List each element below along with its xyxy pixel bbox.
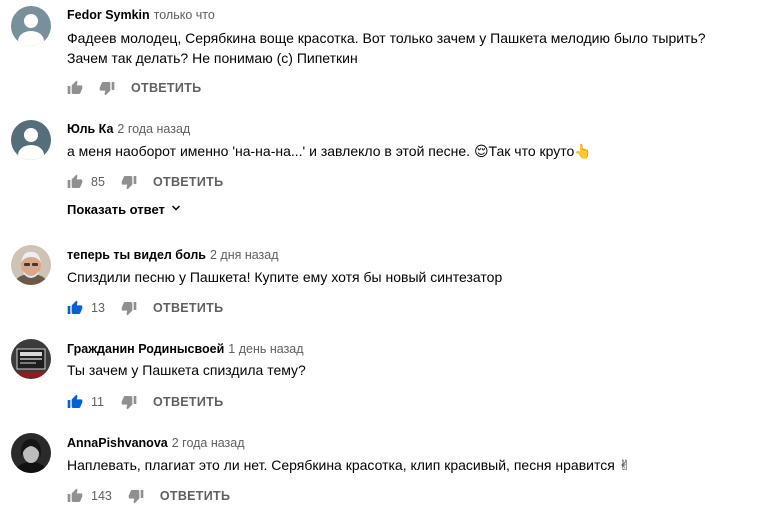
- like-icon[interactable]: [67, 488, 83, 504]
- comment-item: Гражданин Родиныcвоей 1 день назад Ты зач…: [0, 333, 758, 423]
- comment-text: Спиздили песню у Пашкета! Купите ему хот…: [67, 269, 503, 285]
- avatar[interactable]: [11, 433, 51, 473]
- timestamp[interactable]: только что: [154, 8, 215, 22]
- author-name[interactable]: AnnaPishvanova: [67, 436, 168, 450]
- like-count: 143: [91, 489, 112, 503]
- like-icon[interactable]: [67, 80, 83, 96]
- chevron-down-icon: [170, 202, 182, 217]
- like-count: 13: [91, 301, 105, 315]
- comment-actions: ОТВЕТИТЬ: [67, 78, 201, 98]
- comment-actions: 143 ОТВЕТИТЬ: [67, 486, 230, 506]
- timestamp[interactable]: 2 года назад: [172, 436, 245, 450]
- avatar[interactable]: [11, 339, 51, 379]
- avatar[interactable]: [11, 6, 51, 46]
- timestamp[interactable]: 1 день назад: [228, 342, 303, 356]
- show-replies-button[interactable]: Показать ответ: [67, 202, 182, 217]
- comment-header: Юль Ка 2 года назад: [67, 122, 190, 136]
- comment-header: AnnaPishvanova 2 года назад: [67, 436, 245, 450]
- comment-actions: 85 ОТВЕТИТЬ: [67, 172, 223, 192]
- dislike-icon[interactable]: [128, 488, 144, 504]
- timestamp[interactable]: 2 года назад: [117, 122, 190, 136]
- dislike-icon[interactable]: [99, 80, 115, 96]
- reply-button[interactable]: ОТВЕТИТЬ: [153, 395, 223, 409]
- reply-button[interactable]: ОТВЕТИТЬ: [153, 301, 223, 315]
- timestamp[interactable]: 2 дня назад: [210, 248, 279, 262]
- comment-text: а меня наоборот именно 'на-на-на...' и з…: [67, 143, 592, 159]
- author-name[interactable]: Fedor Symkin: [67, 8, 150, 22]
- like-icon[interactable]: [67, 300, 83, 316]
- photo-avatar-dark: [11, 433, 51, 473]
- comment-text: Ты зачем у Пашкета спиздила тему?: [67, 362, 306, 378]
- avatar[interactable]: [11, 120, 51, 160]
- dislike-icon[interactable]: [121, 174, 137, 190]
- comment-item: Юль Ка 2 года назад а меня наоборот именн…: [0, 114, 758, 224]
- photo-avatar-old-man: [11, 245, 51, 285]
- like-icon[interactable]: [67, 174, 83, 190]
- comment-text: Наплевать, плагиат это ли нет. Серябкина…: [67, 457, 631, 473]
- show-replies-label: Показать ответ: [67, 202, 165, 217]
- like-icon[interactable]: [67, 394, 83, 410]
- default-avatar-icon: [11, 120, 51, 160]
- reply-button[interactable]: ОТВЕТИТЬ: [160, 489, 230, 503]
- comment-text: Зачем так делать? Не понимаю (с) Пипетки…: [67, 50, 358, 66]
- author-name[interactable]: Юль Ка: [67, 122, 113, 136]
- dislike-icon[interactable]: [121, 394, 137, 410]
- reply-button[interactable]: ОТВЕТИТЬ: [131, 81, 201, 95]
- author-name[interactable]: теперь ты видел боль: [67, 248, 206, 262]
- comment-header: Гражданин Родиныcвоей 1 день назад: [67, 342, 304, 356]
- default-avatar-icon: [11, 6, 51, 46]
- reply-button[interactable]: ОТВЕТИТЬ: [153, 175, 223, 189]
- author-name[interactable]: Гражданин Родиныcвоей: [67, 342, 224, 356]
- like-count: 11: [91, 395, 104, 409]
- comment-item: теперь ты видел боль 2 дня назад Спиздили…: [0, 239, 758, 329]
- avatar[interactable]: [11, 245, 51, 285]
- comment-item: Fedor Symkin только что Фадеев молодец, С…: [0, 0, 758, 110]
- comment-actions: 11 ОТВЕТИТЬ: [67, 392, 223, 412]
- comment-text: Фадеев молодец, Серябкина воще красотка.…: [67, 30, 706, 46]
- comment-item: AnnaPishvanova 2 года назад Наплевать, пл…: [0, 427, 758, 507]
- photo-avatar-badge: [11, 339, 51, 379]
- comment-actions: 13 ОТВЕТИТЬ: [67, 298, 223, 318]
- dislike-icon[interactable]: [121, 300, 137, 316]
- comment-header: теперь ты видел боль 2 дня назад: [67, 248, 279, 262]
- comment-header: Fedor Symkin только что: [67, 8, 215, 22]
- like-count: 85: [91, 175, 105, 189]
